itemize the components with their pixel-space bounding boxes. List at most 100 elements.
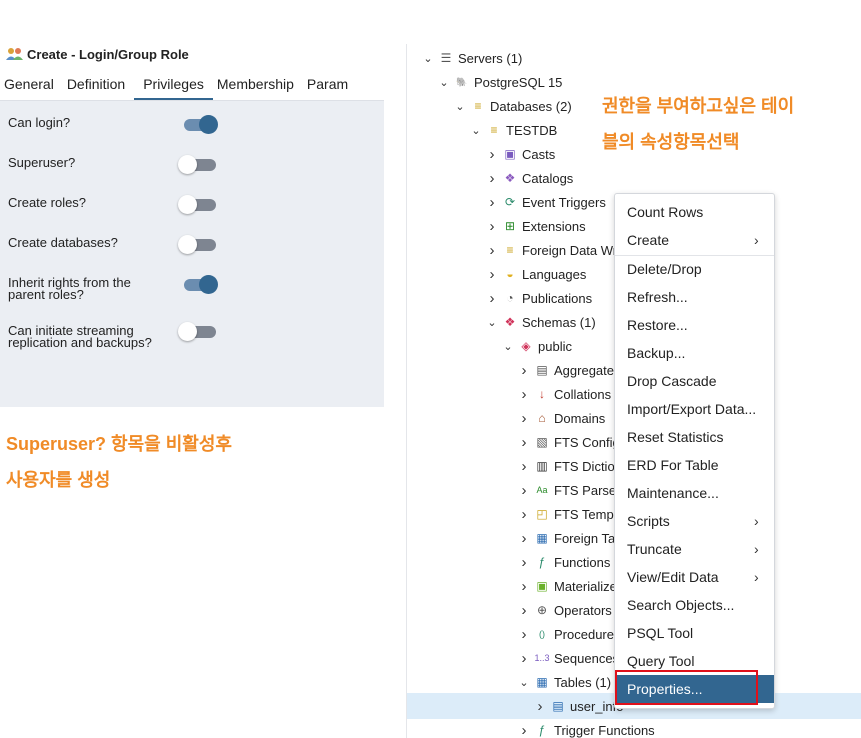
tree-node-procedures[interactable]: › () Procedures [517, 622, 621, 646]
chevron-down-icon[interactable]: ⌄ [469, 124, 483, 137]
tree-node-collations[interactable]: › ↓ Collations [517, 382, 612, 406]
tab-definition[interactable]: Definition [63, 70, 134, 100]
chevron-right-icon[interactable]: › [485, 146, 499, 163]
tree-node-casts[interactable]: › ▣ Casts [485, 142, 556, 166]
tree-node-fts-configu[interactable]: › ▧ FTS Configu [517, 430, 627, 454]
menu-item-backup[interactable]: Backup... [615, 339, 774, 367]
tree-node-testdb[interactable]: ⌄ ≡ TESTDB [469, 118, 557, 142]
tree-node-schemas-1[interactable]: ⌄ ❖ Schemas (1) [485, 310, 595, 334]
tree-node-fts-diction[interactable]: › ▥ FTS Diction [517, 454, 622, 478]
chevron-right-icon[interactable]: › [517, 578, 531, 595]
schemas-icon: ❖ [504, 315, 516, 329]
menu-item-truncate[interactable]: Truncate › [615, 535, 774, 563]
chevron-right-icon[interactable]: › [517, 650, 531, 667]
tree-node-sequences[interactable]: › 1..3 Sequences [517, 646, 620, 670]
tree-node-domains[interactable]: › ⌂ Domains [517, 406, 606, 430]
tree-node-extensions[interactable]: › ⊞ Extensions [485, 214, 586, 238]
tree-node-servers-1[interactable]: ⌄ ☰ Servers (1) [421, 46, 522, 70]
chevron-right-icon[interactable]: › [517, 506, 531, 523]
casts-icon: ▣ [504, 147, 516, 161]
tables-icon: ▦ [536, 675, 548, 689]
chevron-right-icon[interactable]: › [517, 386, 531, 403]
tree-node-user-info[interactable]: › ▤ user_info [533, 694, 624, 718]
chevron-down-icon[interactable]: ⌄ [517, 676, 531, 689]
replication-toggle[interactable] [178, 321, 220, 341]
menu-item-drop-cascade[interactable]: Drop Cascade [615, 367, 774, 395]
chevron-right-icon[interactable]: › [517, 602, 531, 619]
chevron-right-icon[interactable]: › [485, 218, 499, 235]
tree-node-tables-1[interactable]: ⌄ ▦ Tables (1) [517, 670, 611, 694]
chevron-right-icon[interactable]: › [485, 266, 499, 283]
chevron-right-icon[interactable]: › [517, 722, 531, 738]
menu-item-refresh[interactable]: Refresh... [615, 283, 774, 311]
tree-node-postgresql-15[interactable]: ⌄ 🐘 PostgreSQL 15 [437, 70, 562, 94]
create-roles-toggle[interactable] [178, 194, 220, 214]
chevron-down-icon[interactable]: ⌄ [453, 100, 467, 113]
chevron-right-icon[interactable]: › [517, 482, 531, 499]
menu-item-import-export-data[interactable]: Import/Export Data... [615, 395, 774, 423]
dialog-title: Create - Login/Group Role [6, 44, 189, 64]
tree-node-public[interactable]: ⌄ ◈ public [501, 334, 572, 358]
tab-general[interactable]: General [0, 70, 63, 100]
superuser-toggle[interactable] [178, 154, 220, 174]
chevron-right-icon: › [754, 513, 759, 529]
tree-node-label: public [538, 338, 572, 354]
materialized-view-icon: ▣ [536, 579, 548, 593]
tab-parameters[interactable]: Param [303, 70, 357, 100]
menu-item-scripts[interactable]: Scripts › [615, 507, 774, 535]
chevron-right-icon[interactable]: › [517, 434, 531, 451]
tree-node-fts-parser[interactable]: › Aa FTS Parser [517, 478, 621, 502]
tree-node-label: Event Triggers [522, 194, 606, 210]
tree-node-foreign-tal[interactable]: › ▦ Foreign Tal [517, 526, 619, 550]
tree-node-label: FTS Templ [554, 506, 617, 522]
tree-node-materialize[interactable]: › ▣ Materialize [517, 574, 617, 598]
chevron-right-icon[interactable]: › [485, 170, 499, 187]
menu-item-restore[interactable]: Restore... [615, 311, 774, 339]
chevron-right-icon[interactable]: › [517, 530, 531, 547]
chevron-down-icon[interactable]: ⌄ [437, 76, 451, 89]
chevron-right-icon[interactable]: › [517, 554, 531, 571]
tree-node-aggregates[interactable]: › ▤ Aggregates [517, 358, 621, 382]
catalogs-icon: ❖ [504, 171, 516, 185]
chevron-down-icon[interactable]: ⌄ [485, 316, 499, 329]
menu-item-maintenance[interactable]: Maintenance... [615, 479, 774, 507]
chevron-down-icon[interactable]: ⌄ [501, 340, 515, 353]
chevron-right-icon: › [754, 541, 759, 557]
menu-item-erd-for-table[interactable]: ERD For Table [615, 451, 774, 479]
chevron-right-icon[interactable]: › [533, 698, 547, 715]
menu-item-count-rows[interactable]: Count Rows [615, 198, 774, 226]
chevron-right-icon[interactable]: › [485, 242, 499, 259]
menu-item-psql-tool[interactable]: PSQL Tool [615, 619, 774, 647]
dialog-tabs: General Definition Privileges Membership… [0, 70, 384, 101]
tree-node-operators[interactable]: › ⊕ Operators [517, 598, 612, 622]
tree-node-foreign-data-wra[interactable]: › ≡ Foreign Data Wra [485, 238, 625, 262]
menu-item-delete-drop[interactable]: Delete/Drop [615, 255, 774, 283]
menu-item-view-edit-data[interactable]: View/Edit Data › [615, 563, 774, 591]
menu-item-create[interactable]: Create › [615, 226, 774, 254]
tree-node-publications[interactable]: › ◔ Publications [485, 286, 593, 310]
tree-node-languages[interactable]: › ◒ Languages [485, 262, 587, 286]
menu-item-label: Truncate [627, 541, 682, 557]
create-databases-toggle[interactable] [178, 234, 220, 254]
tab-membership[interactable]: Membership [213, 70, 303, 100]
can-login-toggle[interactable] [178, 114, 220, 134]
tree-node-trigger-functions[interactable]: › ƒ Trigger Functions [517, 718, 655, 738]
tree-node-functions[interactable]: › ƒ Functions [517, 550, 611, 574]
inherit-rights-toggle[interactable] [178, 274, 220, 294]
tab-privileges[interactable]: Privileges [134, 70, 213, 100]
tree-node-databases-2[interactable]: ⌄ ≡ Databases (2) [453, 94, 571, 118]
tree-node-fts-templ[interactable]: › ◰ FTS Templ [517, 502, 617, 526]
chevron-down-icon[interactable]: ⌄ [421, 52, 435, 65]
chevron-right-icon[interactable]: › [485, 194, 499, 211]
chevron-right-icon[interactable]: › [485, 290, 499, 307]
chevron-right-icon[interactable]: › [517, 458, 531, 475]
menu-item-search-objects[interactable]: Search Objects... [615, 591, 774, 619]
menu-item-reset-statistics[interactable]: Reset Statistics [615, 423, 774, 451]
chevron-right-icon[interactable]: › [517, 626, 531, 643]
tree-node-label: TESTDB [506, 122, 558, 138]
chevron-right-icon[interactable]: › [517, 362, 531, 379]
tree-node-label: Procedures [554, 626, 621, 642]
tree-node-event-triggers[interactable]: › ⟳ Event Triggers [485, 190, 606, 214]
chevron-right-icon[interactable]: › [517, 410, 531, 427]
tree-node-catalogs[interactable]: › ❖ Catalogs [485, 166, 574, 190]
